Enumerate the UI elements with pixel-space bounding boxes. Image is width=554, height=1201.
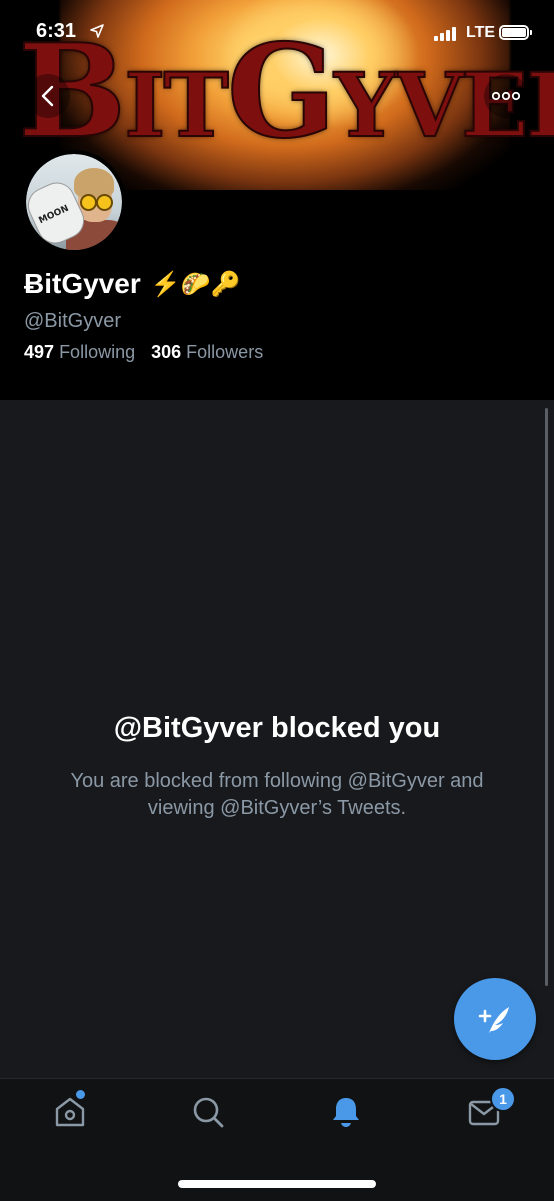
profile-handle: @BitGyver: [24, 310, 121, 332]
back-button[interactable]: [26, 74, 70, 118]
more-options-icon: [492, 91, 520, 101]
followers-link[interactable]: 306 Followers: [151, 342, 263, 363]
scrollbar[interactable]: [545, 408, 548, 986]
more-options-button[interactable]: [484, 74, 528, 118]
blocked-title: @BitGyver blocked you: [113, 712, 441, 744]
status-bar: 6:31 LTE: [0, 0, 554, 64]
tab-search[interactable]: [188, 1092, 228, 1132]
compose-tweet-button[interactable]: [454, 978, 536, 1060]
battery-icon: [499, 25, 532, 40]
compose-tweet-icon: [478, 1007, 509, 1033]
tab-notifications[interactable]: [326, 1092, 366, 1132]
messages-badge: 1: [490, 1086, 516, 1112]
location-arrow-icon: [90, 24, 104, 38]
name-emojis: ⚡🌮🔑: [150, 270, 241, 298]
display-name: ɃitGyver: [24, 268, 141, 299]
chevron-left-icon: [41, 85, 54, 107]
avatar[interactable]: MOON: [22, 150, 126, 254]
home-indicator[interactable]: [178, 1180, 376, 1188]
home-unread-dot: [76, 1090, 85, 1099]
profile-stats: 497 Following 306 Followers: [24, 342, 263, 363]
network-type: LTE: [466, 24, 496, 41]
avatar-photo: MOON: [26, 154, 122, 250]
profile-name-row: ɃitGyver ⚡🌮🔑: [24, 268, 240, 300]
blocked-message: You are blocked from following @BitGyver…: [70, 770, 484, 819]
tab-home[interactable]: [50, 1092, 90, 1132]
bell-icon: [333, 1098, 359, 1127]
signal-strength-icon: [434, 27, 456, 41]
following-link[interactable]: 497 Following: [24, 342, 135, 363]
home-icon: [55, 1097, 85, 1127]
status-time: 6:31: [36, 20, 77, 42]
search-icon: [193, 1097, 224, 1128]
